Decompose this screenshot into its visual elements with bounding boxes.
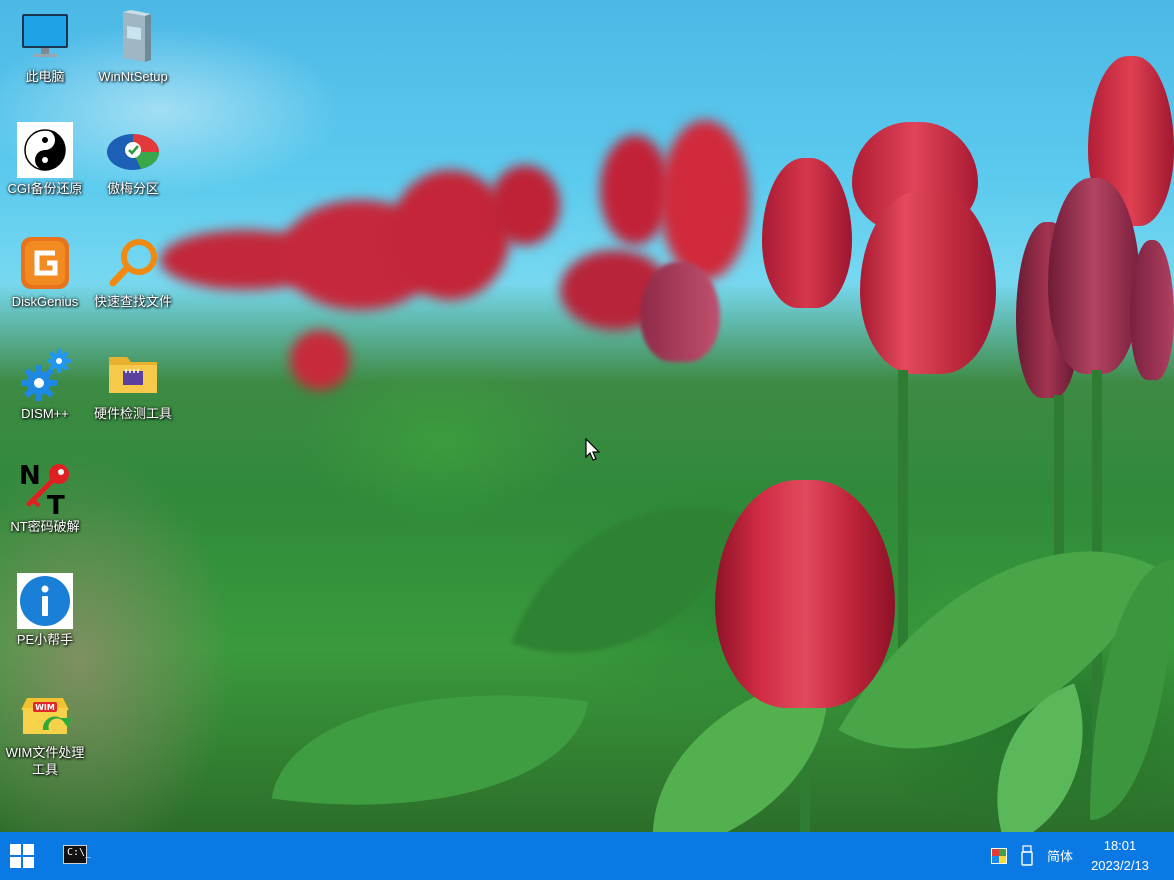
tulip xyxy=(762,158,852,308)
wim-box-icon: WIM xyxy=(17,686,73,742)
desktop-icon-this-pc[interactable]: 此电脑 xyxy=(1,10,89,85)
desktop-icon-pe-helper[interactable]: PE小帮手 xyxy=(1,573,89,648)
cmd-glyph: C:\_ xyxy=(67,847,92,858)
computer-icon xyxy=(17,10,73,66)
tulip xyxy=(1048,178,1140,374)
desktop-icon-winntsetup[interactable]: WinNtSetup xyxy=(89,10,177,85)
desktop-icon-nt-password[interactable]: N T NT密码破解 xyxy=(1,460,89,535)
desktop-icon-hardware-detect[interactable]: 硬件检测工具 xyxy=(89,347,177,422)
tulip-row-blur xyxy=(490,165,560,245)
yin-yang-icon xyxy=(17,122,73,178)
svg-text:T: T xyxy=(47,491,65,516)
desktop-icon-aomei-partition[interactable]: 傲梅分区 xyxy=(89,122,177,197)
desktop-icon-label: DiskGenius xyxy=(11,294,79,309)
start-button[interactable] xyxy=(0,832,46,880)
svg-text:WIM: WIM xyxy=(35,703,55,712)
desktop-icon-diskgenius[interactable]: DiskGenius xyxy=(1,235,89,310)
clock-time: 18:01 xyxy=(1103,838,1137,853)
color-palette-icon xyxy=(991,848,1007,864)
winntsetup-icon xyxy=(105,10,161,66)
clock-date: 2023/2/13 xyxy=(1091,858,1149,873)
tray-usb-button[interactable] xyxy=(1019,832,1035,880)
tulip-foreground xyxy=(715,480,895,708)
desktop-icon-label: NT密码破解 xyxy=(10,519,80,534)
folder-chip-icon xyxy=(105,347,161,403)
desktop-icon-wim-tool[interactable]: WIM WIM文件处理工具 xyxy=(1,686,89,778)
tulip xyxy=(860,190,996,374)
partition-disk-icon xyxy=(105,122,161,178)
desktop-icon-cgi-backup[interactable]: CGI备份还原 xyxy=(1,122,89,197)
tulip xyxy=(640,262,720,362)
desktop-icon-label: CGI备份还原 xyxy=(7,181,83,196)
svg-text:N: N xyxy=(19,461,41,491)
desktop-icon-label: WIM文件处理工具 xyxy=(5,745,85,777)
desktop-icon-label: 快速查找文件 xyxy=(93,294,172,309)
ime-language-indicator[interactable]: 简体 xyxy=(1047,846,1073,865)
tray-color-palette-button[interactable] xyxy=(989,832,1009,880)
info-icon xyxy=(17,573,73,629)
key-nt-icon: N T xyxy=(17,460,73,521)
desktop-icon-label: 硬件检测工具 xyxy=(93,406,172,421)
desktop-icon-label: WinNtSetup xyxy=(98,69,168,84)
cmd-icon: C:\_ xyxy=(63,845,91,864)
desktop-icon-dism[interactable]: DISM++ xyxy=(1,347,89,422)
taskbar-command-prompt-button[interactable]: C:\_ xyxy=(52,832,98,880)
diskgenius-icon xyxy=(17,235,73,291)
desktop-icon-quick-search[interactable]: 快速查找文件 xyxy=(89,235,177,310)
usb-drive-icon xyxy=(1021,845,1033,866)
mouse-cursor-icon xyxy=(585,437,601,462)
desktop-icon-label: DISM++ xyxy=(21,406,69,421)
desktop-icon-label: 此电脑 xyxy=(25,69,65,84)
tulip xyxy=(1130,240,1174,380)
desktop-icon-label: 傲梅分区 xyxy=(106,181,159,196)
magnifier-icon xyxy=(105,235,161,291)
taskbar: C:\_ 简体 18:01 2023/2/13 xyxy=(0,832,1174,880)
gears-icon xyxy=(17,347,73,403)
tulip-row-blur xyxy=(290,330,350,390)
tulip-row-blur xyxy=(660,120,750,280)
desktop-icon-label: PE小帮手 xyxy=(16,632,74,647)
taskbar-clock[interactable]: 18:01 2023/2/13 xyxy=(1080,836,1160,876)
